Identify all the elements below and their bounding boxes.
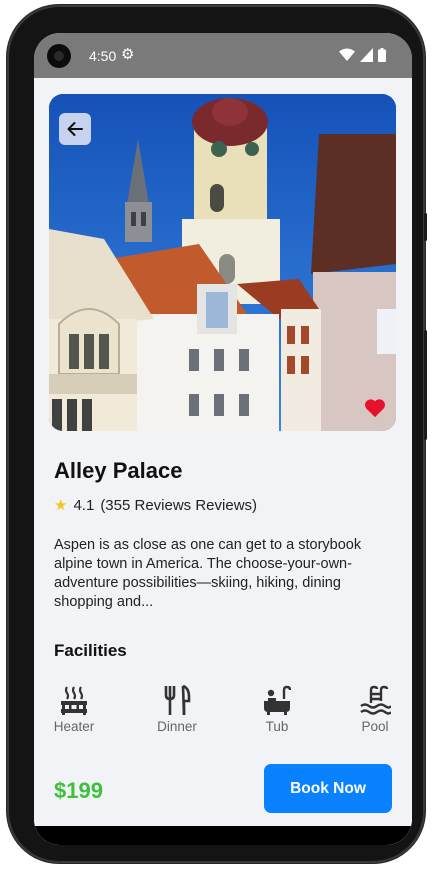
book-now-button[interactable]: Book Now [264, 764, 392, 813]
hotel-photo-image [49, 94, 396, 431]
hotel-description: Aspen is as close as one can get to a st… [54, 537, 362, 610]
facilities-list: Heater Dinner Tub Pool [34, 681, 412, 741]
status-icons [339, 47, 386, 63]
hotel-photo [49, 94, 396, 431]
gear-icon: ⚙ [121, 46, 135, 63]
screen: 4:50 ⚙ Alley Palace ★ 4.1 (355 Reviews R… [34, 33, 412, 845]
facility-pool: Pool [340, 681, 410, 734]
heart-icon[interactable] [364, 397, 386, 419]
facility-label: Pool [361, 719, 389, 734]
front-camera [47, 44, 71, 68]
facility-heater: Heater [39, 681, 109, 734]
battery-icon [378, 48, 386, 62]
pool-icon [360, 685, 391, 715]
facility-label: Tub [265, 719, 289, 734]
status-time: 4:50 [89, 48, 117, 64]
facilities-title: Facilities [54, 641, 127, 660]
review-count: (355 Reviews Reviews) [100, 496, 258, 514]
volume-button [424, 213, 427, 241]
price: $199 [54, 778, 103, 803]
facility-tub: Tub [242, 681, 312, 734]
heater-icon [61, 686, 87, 715]
navigation-bar [34, 826, 412, 845]
power-button [424, 330, 427, 440]
facility-dinner: Dinner [142, 681, 212, 734]
dinner-icon [164, 685, 191, 715]
hotel-name: Alley Palace [54, 458, 183, 483]
status-bar: 4:50 ⚙ [34, 33, 412, 78]
facility-label: Heater [53, 719, 95, 734]
signal-icon [360, 48, 373, 62]
hotel-rating: ★ 4.1 (355 Reviews Reviews) [54, 496, 258, 515]
star-icon: ★ [54, 497, 68, 514]
facility-label: Dinner [157, 719, 197, 734]
arrow-left-icon [67, 122, 83, 136]
tub-icon [264, 685, 292, 715]
back-button[interactable] [59, 113, 91, 145]
rating-value: 4.1 [73, 496, 95, 514]
detail-content: Alley Palace ★ 4.1 (355 Reviews Reviews)… [34, 78, 412, 845]
wifi-icon [339, 48, 355, 61]
phone-frame: 4:50 ⚙ Alley Palace ★ 4.1 (355 Reviews R… [7, 5, 427, 863]
